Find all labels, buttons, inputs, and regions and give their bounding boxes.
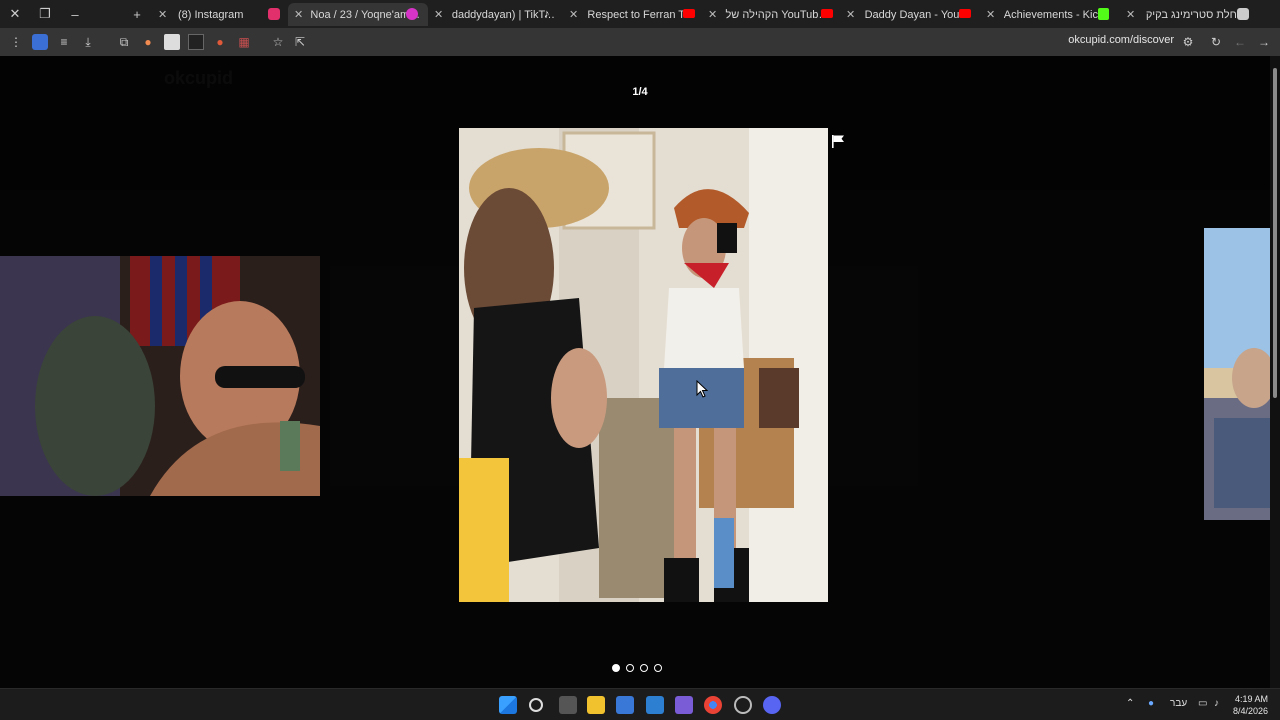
tune-icon[interactable]: ≡ bbox=[56, 34, 72, 50]
tab-label: Daddy Dayan - YouTube bbox=[864, 8, 972, 21]
browser-toolbar: ⋮ ≡ ⤓ ⧉ ● ● ▦ ☆ ⇱ okcupid.com/discover ⚙… bbox=[0, 28, 1280, 56]
youtube-favicon-icon bbox=[959, 9, 971, 18]
report-flag-icon[interactable] bbox=[831, 134, 845, 148]
next-profile-photo-peek[interactable] bbox=[1204, 228, 1270, 520]
app-icon[interactable] bbox=[734, 696, 752, 714]
photos-icon[interactable] bbox=[646, 696, 664, 714]
clock-date: 8/4/2026 bbox=[1232, 706, 1268, 716]
kick-favicon-icon bbox=[1237, 8, 1249, 20]
youtube-favicon-icon bbox=[821, 9, 833, 18]
close-tab-icon[interactable]: ✕ bbox=[434, 8, 446, 21]
back-arrow-icon[interactable]: → bbox=[1256, 34, 1272, 50]
tab-label: daddydayan) | TikTok(65) bbox=[451, 8, 556, 21]
extension-icon[interactable]: ▦ bbox=[236, 34, 252, 50]
new-tab-icon[interactable]: + bbox=[122, 0, 152, 28]
photo-pagination bbox=[612, 664, 662, 678]
windows-taskbar: ⌃ ● עבר ▭ ♪ 4:19 AM 8/4/2026 bbox=[0, 688, 1280, 720]
restore-window-icon[interactable]: ❐ bbox=[30, 0, 60, 28]
language-indicator[interactable]: עבר bbox=[1170, 698, 1187, 709]
tab-youtube-community[interactable]: ✕ הקהילה של YouTube - ...ан bbox=[702, 3, 838, 26]
minimize-window-icon[interactable]: – bbox=[60, 0, 90, 28]
close-window-icon[interactable]: ✕ bbox=[0, 0, 30, 28]
start-icon[interactable] bbox=[499, 696, 517, 714]
microphone-icon[interactable]: ● bbox=[1148, 698, 1154, 709]
tab-label: התחלת סטרימינג בקיק bbox=[1145, 8, 1250, 21]
kick-favicon-icon bbox=[1098, 8, 1109, 20]
extension-icon[interactable]: ● bbox=[140, 34, 156, 50]
discord-icon[interactable] bbox=[763, 696, 781, 714]
close-tab-icon[interactable]: ✕ bbox=[294, 8, 304, 21]
tab-label: (8) Instagram bbox=[178, 8, 244, 21]
task-view-icon[interactable] bbox=[559, 696, 577, 714]
menu-dots-icon[interactable]: ⋮ bbox=[8, 34, 24, 50]
mouse-cursor-icon bbox=[696, 380, 708, 398]
profile-photo[interactable] bbox=[459, 128, 828, 602]
extension-icon[interactable] bbox=[32, 34, 48, 50]
pagination-dot-1[interactable] bbox=[612, 664, 620, 672]
close-tab-icon[interactable]: ✕ bbox=[708, 8, 719, 21]
pagination-dot-3[interactable] bbox=[640, 664, 648, 672]
close-tab-icon[interactable]: ✕ bbox=[986, 8, 998, 21]
site-settings-icon[interactable]: ⚙ bbox=[1180, 34, 1196, 50]
page-scrollbar[interactable] bbox=[1270, 56, 1280, 688]
extensions-puzzle-icon[interactable]: ⧉ bbox=[116, 34, 132, 50]
extension-icon[interactable] bbox=[164, 34, 180, 50]
tab-ferran-torres[interactable]: ✕ Respect to Ferran Torres bbox=[563, 3, 701, 26]
pagination-dot-2[interactable] bbox=[626, 664, 634, 672]
chrome-icon[interactable] bbox=[704, 696, 722, 714]
tab-kick-streaming[interactable]: ✕ התחלת סטרימינג בקיק bbox=[1120, 3, 1256, 26]
tab-label: Respect to Ferran Torres bbox=[587, 8, 695, 21]
chevron-up-icon[interactable]: ⌃ bbox=[1126, 698, 1134, 709]
tab-label: הקהילה של YouTube - ...ан bbox=[725, 8, 832, 21]
tiktok-favicon-icon: ♪ bbox=[544, 8, 550, 20]
extension-icon[interactable]: ● bbox=[212, 34, 228, 50]
scrollbar-thumb[interactable] bbox=[1273, 68, 1277, 398]
tab-daddy-dayan-youtube[interactable]: ✕ Daddy Dayan - YouTube bbox=[840, 3, 978, 26]
app-icon[interactable] bbox=[675, 696, 693, 714]
reload-icon[interactable]: ↻ bbox=[1208, 34, 1224, 50]
store-icon[interactable] bbox=[616, 696, 634, 714]
close-tab-icon[interactable]: ✕ bbox=[1126, 8, 1140, 21]
webcam-video bbox=[0, 256, 320, 496]
tab-instagram[interactable]: ✕ (8) Instagram bbox=[152, 3, 284, 26]
share-icon[interactable]: ⇱ bbox=[292, 34, 308, 50]
okcupid-favicon-icon bbox=[406, 8, 418, 20]
pagination-dot-4[interactable] bbox=[654, 664, 662, 672]
tab-tiktok[interactable]: ✕ daddydayan) | TikTok(65) bbox=[428, 3, 562, 26]
network-icon[interactable]: ▭ bbox=[1198, 698, 1207, 709]
extension-icon[interactable] bbox=[188, 34, 204, 50]
search-icon[interactable] bbox=[529, 698, 543, 712]
close-tab-icon[interactable]: ✕ bbox=[158, 8, 172, 21]
instagram-favicon-icon bbox=[268, 8, 280, 20]
system-clock[interactable]: 4:19 AM 8/4/2026 bbox=[1233, 693, 1268, 717]
tab-label: Achievements - Kick Dash bbox=[1003, 8, 1112, 21]
youtube-favicon-icon bbox=[683, 9, 695, 18]
volume-icon[interactable]: ♪ bbox=[1214, 698, 1219, 709]
close-tab-icon[interactable]: ✕ bbox=[569, 8, 581, 21]
tab-strip: ✕ ❐ – + ✕ (8) Instagram ✕ Noa / 23 / Yoq… bbox=[0, 0, 1280, 28]
forward-arrow-icon[interactable]: ← bbox=[1232, 34, 1248, 50]
file-explorer-icon[interactable] bbox=[587, 696, 605, 714]
clock-time: 4:19 AM bbox=[1234, 694, 1268, 704]
close-tab-icon[interactable]: ✕ bbox=[846, 8, 859, 21]
address-bar[interactable]: okcupid.com/discover bbox=[1068, 34, 1174, 46]
bookmark-star-icon[interactable]: ☆ bbox=[270, 34, 286, 50]
download-icon[interactable]: ⤓ bbox=[80, 34, 96, 50]
photo-counter: 1/4 bbox=[632, 86, 648, 98]
